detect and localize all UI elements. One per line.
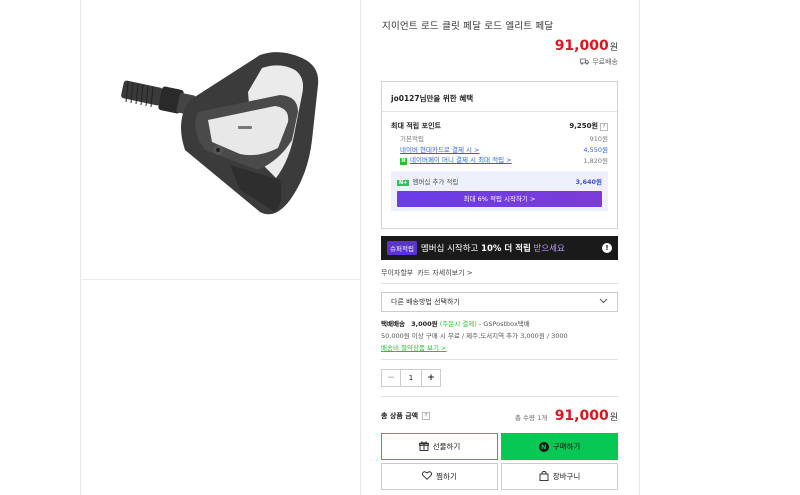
promo-text-before: 멤버십 시작하고: [420, 244, 482, 254]
wish-button-label: 찜하기: [436, 472, 457, 481]
promo-highlight: 10% 더 적립: [481, 244, 531, 254]
gift-button[interactable]: 선물하기: [381, 433, 498, 460]
total-price: 91,000원: [555, 408, 618, 424]
card-points-link[interactable]: 네이버 현대카드로 결제 시 >: [391, 144, 480, 154]
card-points-row[interactable]: 네이버 현대카드로 결제 시 > 4,550원: [391, 143, 608, 154]
quantity-minus-button[interactable]: −: [382, 370, 400, 386]
shipping-fee: 3,000원: [411, 320, 438, 328]
total-label-text: 총 상품 금액: [381, 412, 419, 420]
membership-box: N+ 멤버십 추가 적립 3,640원 최대 6% 적립 시작하기 >: [391, 171, 608, 211]
money-points-row[interactable]: N 네이버페이 머니 결제 시 최대 적립 > 1,820원: [391, 154, 608, 165]
divider: [381, 359, 618, 360]
money-points-value: 1,820원: [583, 156, 608, 165]
shipping-saving-link[interactable]: 배송비 절약상품 보기 >: [381, 344, 446, 352]
gift-button-label: 선물하기: [432, 442, 461, 451]
membership-promo-banner[interactable]: 슈퍼적립 멤버십 시작하고 10% 더 적립 받으세요 !: [381, 236, 618, 260]
shipping-select-value: 다른 배송방법 선택하기: [391, 298, 460, 306]
max-points-label: 최대 적립 포인트: [391, 121, 441, 130]
shipping-method-select[interactable]: 다른 배송방법 선택하기: [381, 292, 618, 312]
product-title: 지이언트 로드 클릿 페달 로드 엘리트 페달: [382, 21, 554, 32]
promo-text: 멤버십 시작하고 10% 더 적립 받으세요: [421, 242, 565, 254]
quantity-plus-button[interactable]: +: [422, 370, 440, 386]
benefit-header: jo0127님만을 위한 혜택: [382, 82, 617, 112]
heart-icon: [422, 471, 433, 482]
promo-text-after: 받으세요: [530, 244, 565, 254]
basic-points-value: 910원: [589, 134, 608, 143]
benefit-box: jo0127님만을 위한 혜택 최대 적립 포인트 9,250원? 기본적립 9…: [381, 81, 618, 229]
money-points-link[interactable]: 네이버페이 머니 결제 시 최대 적립 >: [410, 156, 512, 164]
free-shipping: 무료배송: [580, 57, 618, 67]
quantity-stepper: − 1 +: [381, 369, 441, 387]
free-shipping-condition: 50,000원 이상 구매 시 무료 / 제주,도서지역 추가 3,000원 /…: [381, 332, 568, 340]
naver-n-icon: N: [538, 441, 549, 452]
max-points-row: 최대 적립 포인트 9,250원?: [391, 120, 608, 131]
cart-icon: [539, 470, 549, 483]
membership-start-button[interactable]: 최대 6% 적립 시작하기 >: [397, 191, 602, 207]
total-label: 총 상품 금액?: [381, 411, 431, 421]
chevron-down-icon: [599, 298, 608, 306]
column-divider: [360, 0, 361, 495]
info-icon[interactable]: !: [602, 243, 612, 253]
shipping-carrier: - GSPostbox택배: [478, 320, 530, 328]
cart-button-label: 장바구니: [552, 472, 581, 481]
cart-button[interactable]: 장바구니: [501, 463, 618, 490]
total-count: 총 수량 1개: [515, 414, 548, 422]
shipping-method: 택배배송: [381, 320, 405, 328]
naver-pay-icon: N: [400, 158, 407, 165]
pedal-product-image: [121, 52, 319, 215]
product-price: 91,000원: [555, 38, 618, 54]
question-icon[interactable]: ?: [422, 412, 431, 420]
card-points-value: 4,550원: [583, 145, 608, 154]
basic-points-label: 기본적립: [400, 134, 424, 143]
gift-icon: [418, 441, 429, 453]
divider: [381, 283, 618, 284]
promo-tag: 슈퍼적립: [387, 241, 417, 255]
truck-icon: [580, 58, 590, 67]
total-price-value: 91,000: [554, 408, 609, 424]
basic-points-row: 기본적립 910원: [391, 132, 608, 143]
quantity-input[interactable]: 1: [400, 370, 422, 386]
question-icon[interactable]: ?: [600, 122, 608, 131]
installment-info: 무이자할부 카드 자세히보기 >: [381, 268, 473, 278]
card-details-link[interactable]: 카드 자세히보기 >: [417, 268, 472, 278]
membership-tag: N+: [397, 180, 410, 186]
wish-button[interactable]: 찜하기: [381, 463, 498, 490]
membership-value: 3,640원: [575, 178, 602, 186]
price-value: 91,000: [554, 38, 609, 54]
price-unit: 원: [609, 43, 618, 53]
shipping-label: 무료배송: [592, 58, 618, 66]
membership-label: 멤버십 추가 적립: [412, 178, 459, 186]
buy-button[interactable]: N 구매하기: [501, 433, 618, 460]
divider: [381, 396, 618, 397]
installment-label: 무이자할부: [381, 269, 414, 277]
max-points-value: 9,250원: [569, 121, 598, 130]
total-price-unit: 원: [609, 413, 618, 423]
buy-button-label: 구매하기: [552, 442, 581, 451]
shipping-fee-note: (주문시 결제): [439, 320, 477, 328]
product-image-panel: [80, 0, 360, 280]
shipping-info: 택배배송 3,000원 (주문시 결제) - GSPostbox택배 50,00…: [381, 318, 618, 354]
